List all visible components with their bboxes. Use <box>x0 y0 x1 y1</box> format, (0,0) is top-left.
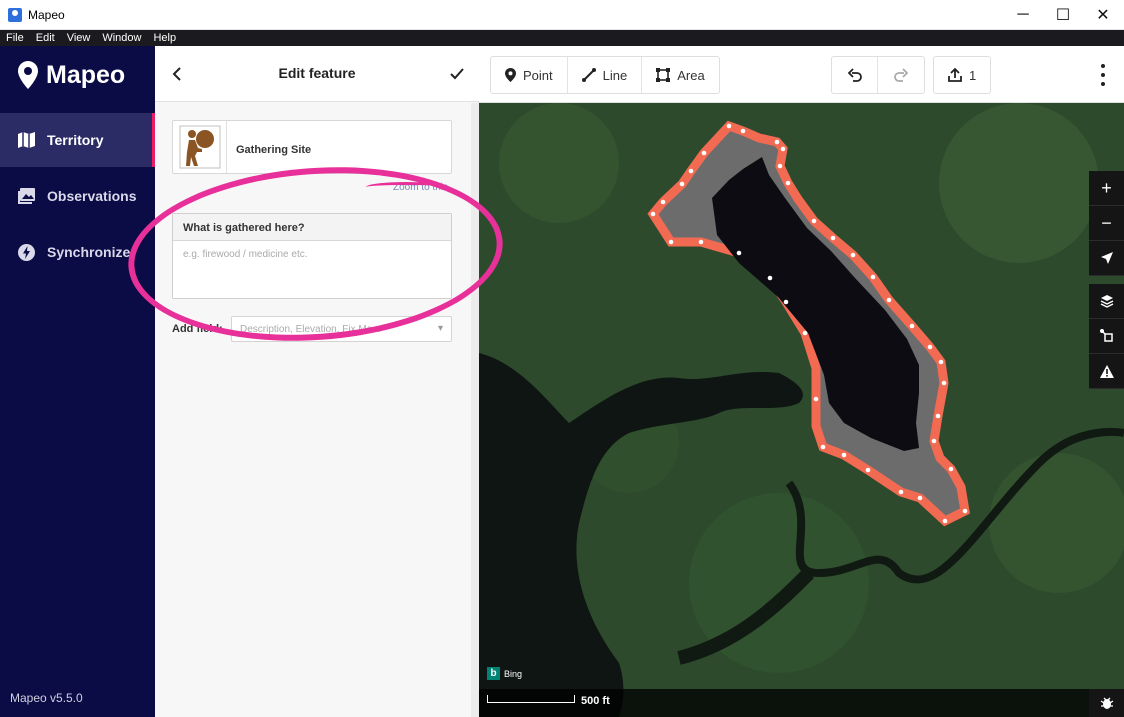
map-toolbar: Point Line Area 1 <box>479 46 1124 103</box>
menu-edit[interactable]: Edit <box>30 30 61 46</box>
satellite-map[interactable] <box>479 103 1124 717</box>
locate-button[interactable] <box>1089 241 1124 276</box>
field-label: What is gathered here? <box>173 214 451 241</box>
issues-icon <box>1099 364 1114 378</box>
map-imagery <box>479 103 1124 717</box>
map-data-button[interactable] <box>1089 319 1124 354</box>
scale-bar: 500 ft <box>479 689 1089 717</box>
map-marker-icon <box>18 61 38 89</box>
preset-icon-box <box>173 121 227 173</box>
upload-count: 1 <box>969 67 977 83</box>
zoom-controls: + − <box>1089 171 1124 276</box>
more-options-icon[interactable] <box>1096 64 1110 86</box>
draw-line-button[interactable]: Line <box>568 57 643 93</box>
sidebar-item-territory[interactable]: Territory <box>0 113 155 167</box>
close-button[interactable]: ✕ <box>1080 0 1124 30</box>
scale-label: 500 ft <box>581 695 610 707</box>
map-icon <box>18 132 35 148</box>
sidebar-item-label: Synchronize <box>47 244 131 260</box>
panel-scrollbar[interactable] <box>471 103 479 717</box>
redo-icon <box>894 68 908 82</box>
gathered-input[interactable] <box>173 241 451 298</box>
bing-attribution-text: Bing <box>504 668 523 679</box>
bug-icon <box>1100 697 1113 709</box>
sidebar-item-label: Territory <box>47 132 104 148</box>
title-bar: Mapeo ─ ☐ ✕ <box>0 0 1124 30</box>
sidebar-item-label: Observations <box>47 188 137 204</box>
preset-card[interactable]: Gathering Site <box>172 120 452 174</box>
layers-icon <box>1100 295 1113 308</box>
layers-button[interactable] <box>1089 284 1124 319</box>
menu-bar: File Edit View Window Help <box>0 30 1124 46</box>
zoom-in-icon: + <box>1101 177 1112 198</box>
save-button[interactable] <box>445 62 469 86</box>
mapeo-app-icon <box>8 8 22 22</box>
map-pin-icon <box>505 68 516 82</box>
map-data-icon <box>1099 329 1113 342</box>
draw-point-label: Point <box>523 67 553 83</box>
lightning-icon <box>18 243 35 261</box>
app-version: Mapeo v5.5.0 <box>10 691 83 705</box>
preset-name: Gathering Site <box>236 144 312 156</box>
bing-logo-icon: b <box>487 667 500 680</box>
panel-header: Edit feature <box>155 46 479 102</box>
history-group <box>831 56 925 94</box>
draw-point-button[interactable]: Point <box>491 57 568 93</box>
upload-button[interactable]: 1 <box>934 57 990 93</box>
menu-help[interactable]: Help <box>147 30 182 46</box>
zoom-to-feature-link[interactable]: Zoom to this <box>393 182 448 193</box>
line-icon <box>581 68 596 82</box>
add-field-placeholder: Description, Elevation, Fix Me... <box>240 324 381 335</box>
issues-button[interactable] <box>1089 354 1124 389</box>
zoom-out-icon: − <box>1101 212 1112 233</box>
report-bug-button[interactable] <box>1089 689 1124 717</box>
sidebar-item-observations[interactable]: Observations <box>0 169 155 223</box>
menu-view[interactable]: View <box>61 30 97 46</box>
photo-icon <box>18 188 35 204</box>
add-field-select[interactable]: Description, Elevation, Fix Me... ▾ <box>231 316 452 342</box>
checkmark-icon <box>450 68 464 80</box>
menu-file[interactable]: File <box>0 30 30 46</box>
sidebar-item-synchronize[interactable]: Synchronize <box>0 225 155 279</box>
app-logo: Mapeo <box>18 60 125 90</box>
gathered-field: What is gathered here? <box>172 213 452 299</box>
redo-button[interactable] <box>878 57 924 93</box>
upload-icon <box>948 68 962 82</box>
draw-area-button[interactable]: Area <box>642 57 718 93</box>
bing-attribution[interactable]: b Bing <box>487 667 522 680</box>
draw-area-label: Area <box>677 67 705 83</box>
menu-window[interactable]: Window <box>96 30 147 46</box>
window-title: Mapeo <box>28 8 65 22</box>
upload-group: 1 <box>933 56 992 94</box>
sidebar: Mapeo Territory Observations Synchronize… <box>0 46 155 717</box>
gathering-person-icon <box>179 125 220 169</box>
scale-line <box>487 695 575 703</box>
map-tools-controls <box>1089 284 1124 389</box>
area-icon <box>656 68 671 82</box>
app-logo-text: Mapeo <box>46 60 126 89</box>
app-window: Mapeo ─ ☐ ✕ File Edit View Window Help M… <box>0 0 1124 717</box>
edit-feature-panel: Edit feature Gathering Site Zoom to this… <box>155 46 479 717</box>
zoom-out-button[interactable]: − <box>1089 206 1124 241</box>
locate-icon <box>1100 252 1113 264</box>
chevron-down-icon: ▾ <box>437 323 443 334</box>
draw-line-label: Line <box>602 67 628 83</box>
undo-icon <box>847 68 862 82</box>
undo-button[interactable] <box>832 57 878 93</box>
draw-tools-group: Point Line Area <box>490 56 720 94</box>
zoom-in-button[interactable]: + <box>1089 171 1124 206</box>
add-field-label: Add field: <box>172 323 223 335</box>
panel-title: Edit feature <box>278 65 356 81</box>
